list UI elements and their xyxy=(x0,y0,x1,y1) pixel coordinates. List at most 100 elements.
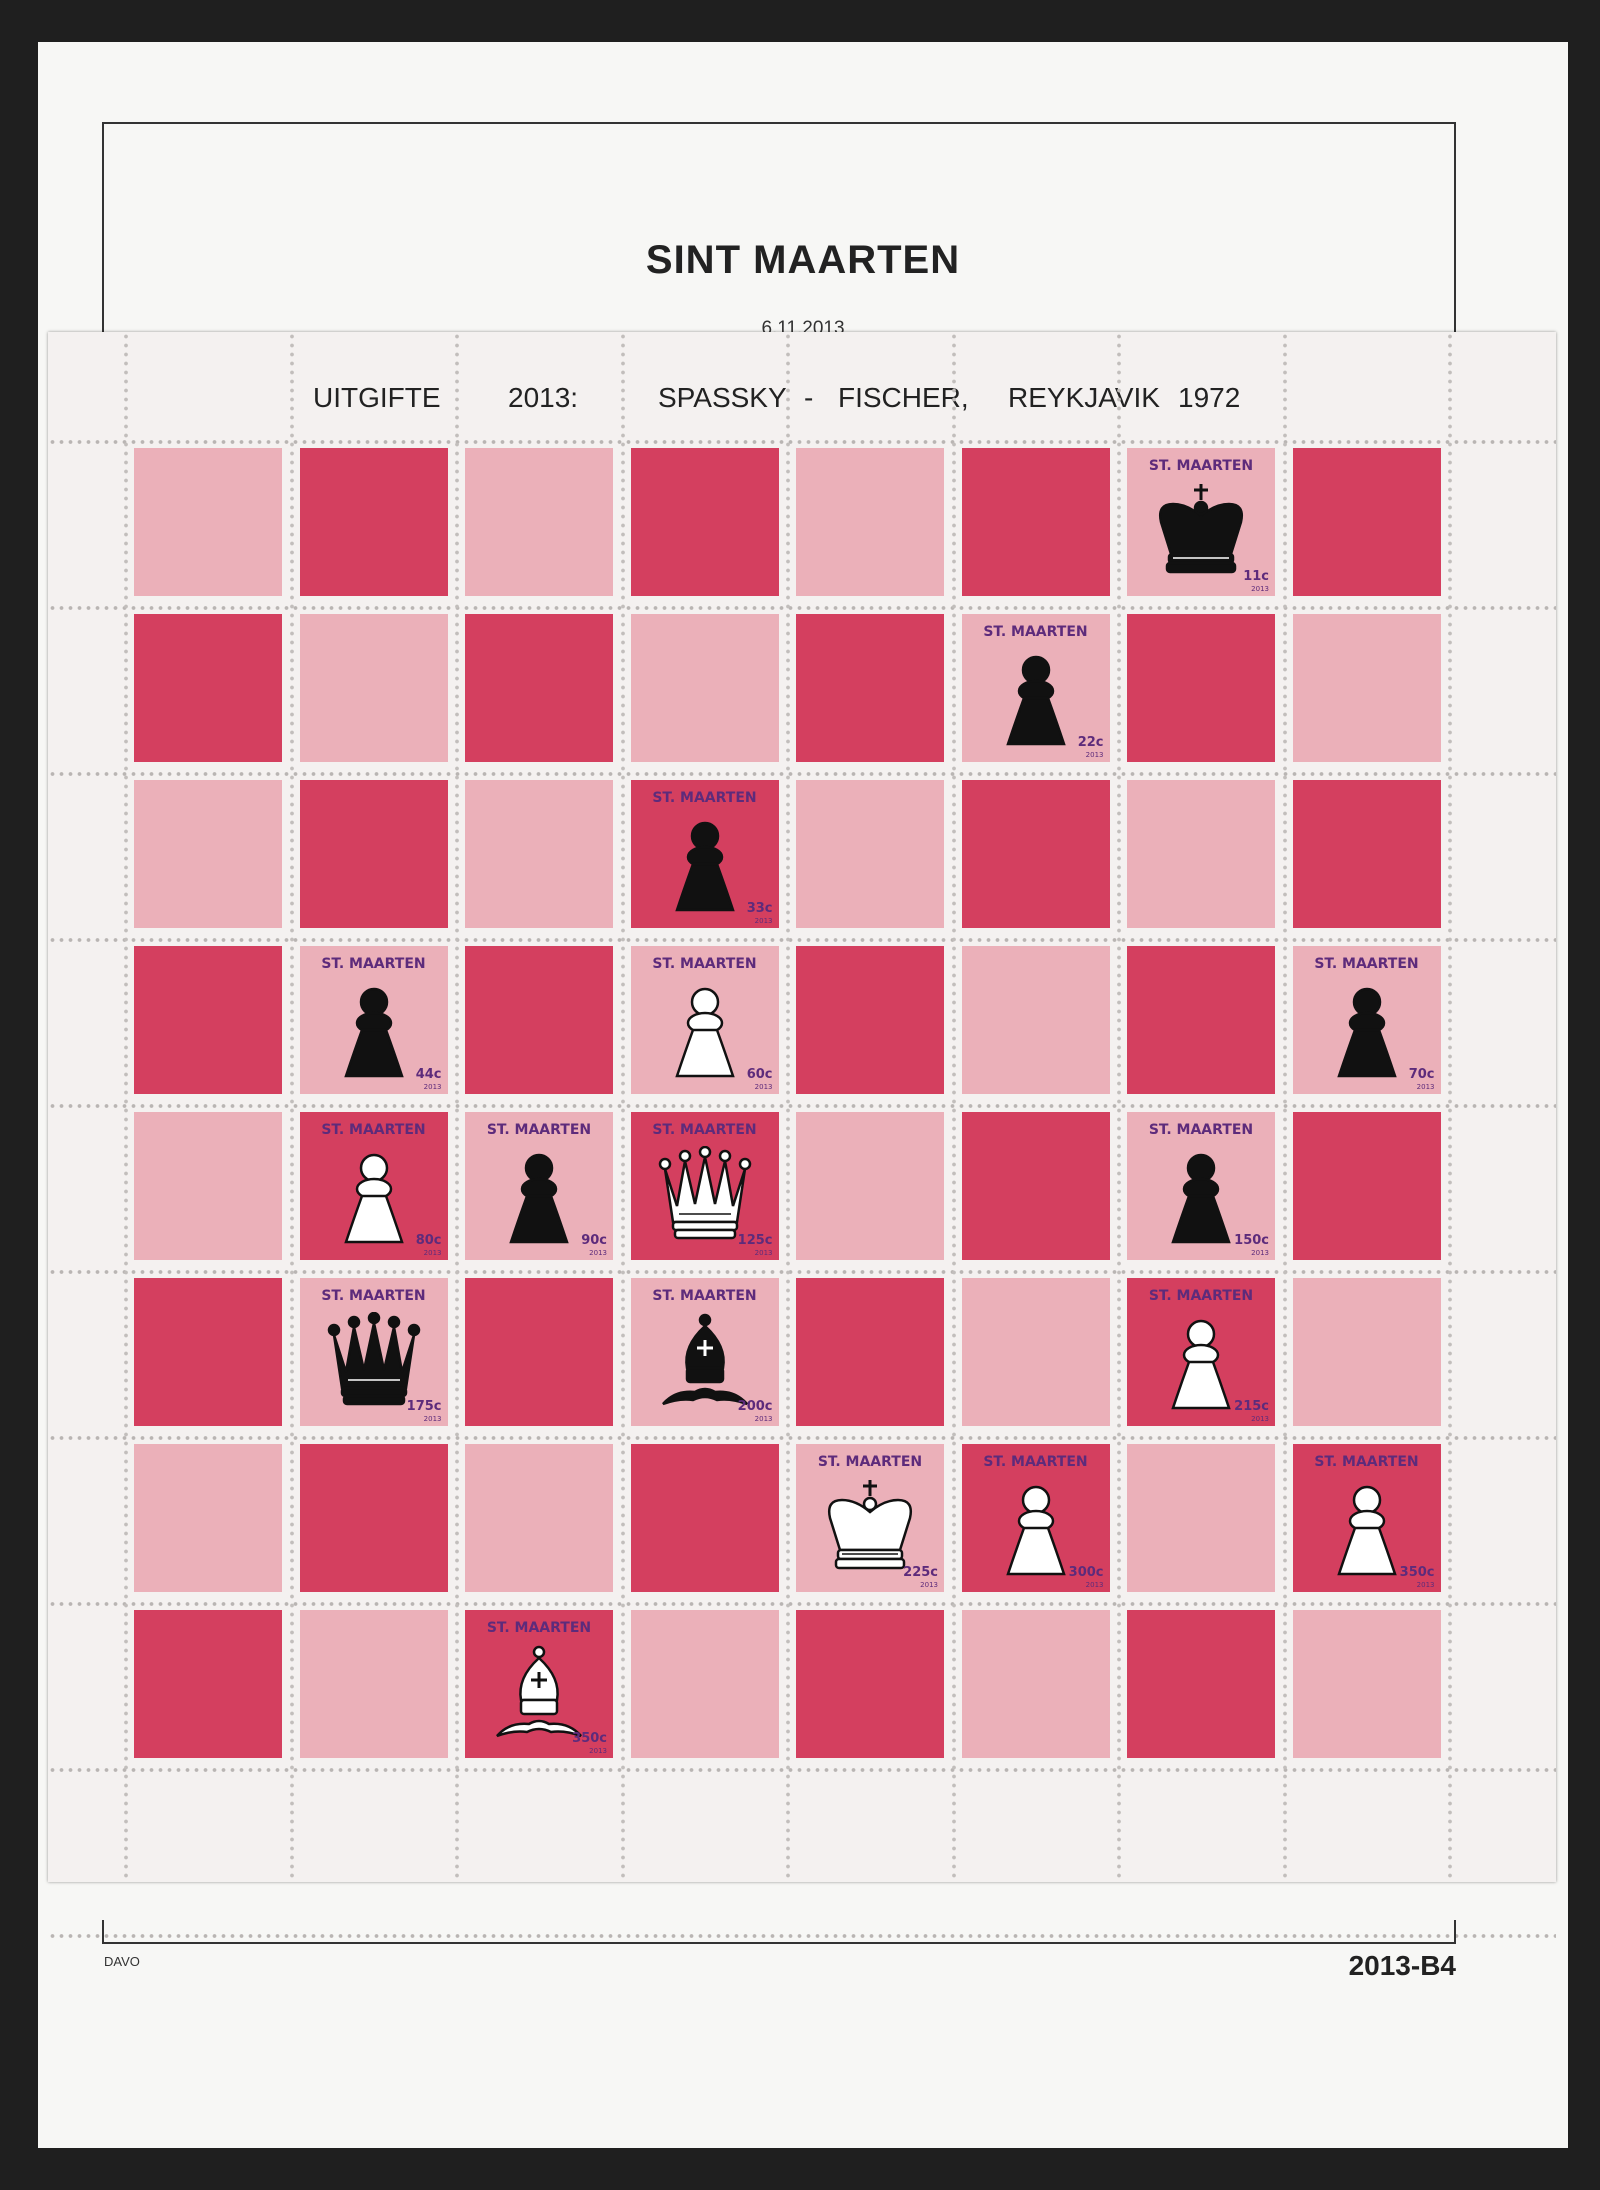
stamp-value: 350c xyxy=(572,1731,607,1746)
header-word: SPASSKY xyxy=(658,382,787,413)
stamp-year: 2013 xyxy=(754,1415,773,1423)
pawn-icon xyxy=(1317,980,1417,1080)
perforation-column xyxy=(786,332,790,1882)
light-square xyxy=(1292,1610,1441,1758)
title-frame xyxy=(102,122,1456,340)
pawn-icon xyxy=(986,1478,1086,1578)
stamp-value: 225c xyxy=(903,1565,938,1580)
header-word: FISCHER, xyxy=(838,382,969,413)
perforation-column xyxy=(124,332,128,1882)
chess-stamp: ST. MAARTEN 215c 2013 xyxy=(1127,1278,1275,1426)
stamp-value: 300c xyxy=(1068,1565,1104,1580)
queen-icon xyxy=(324,1311,424,1412)
chess-stamp: ST. MAARTEN 125c 2013 xyxy=(630,1112,779,1260)
perforation-row xyxy=(48,1602,1556,1606)
stamp-year: 2013 xyxy=(754,1083,773,1091)
light-square xyxy=(796,1112,944,1260)
stamp-value: 350c xyxy=(1399,1565,1435,1580)
chess-stamp: ST. MAARTEN 90c 2013 xyxy=(465,1112,613,1260)
chess-stamp: ST. MAARTEN 175c 2013 xyxy=(299,1278,448,1426)
dark-square xyxy=(299,448,448,596)
publisher-label: DAVO xyxy=(104,1954,140,1969)
chess-stamp: ST. MAARTEN 70c 2013 xyxy=(1292,946,1441,1094)
stamp-country-label: ST. MAARTEN xyxy=(486,1122,592,1138)
perforation-row xyxy=(48,440,1556,444)
dark-square xyxy=(796,946,944,1094)
pawn-icon xyxy=(655,980,755,1080)
stamp-year: 2013 xyxy=(1251,1415,1269,1423)
light-square xyxy=(134,1444,282,1592)
dark-square xyxy=(1292,1112,1441,1260)
album-page: SINT MAARTEN 6.11.2013 UITGIFTE 2013: SPAS… xyxy=(38,42,1568,2148)
dark-square xyxy=(630,1444,779,1592)
stamp-year: 2013 xyxy=(754,1249,773,1257)
stamp-value: 33c xyxy=(746,901,773,916)
stamp-year: 2013 xyxy=(1085,1581,1104,1589)
stamp-year: 2013 xyxy=(423,1415,442,1423)
chess-stamp: ST. MAARTEN 11c 2013 xyxy=(1127,448,1275,596)
stamp-country-label: ST. MAARTEN xyxy=(1314,1454,1419,1470)
perforation-column xyxy=(1117,332,1121,1882)
light-square xyxy=(1292,1278,1441,1426)
stamp-year: 2013 xyxy=(754,917,773,925)
pawn-icon xyxy=(986,648,1086,748)
dark-square xyxy=(465,1278,613,1426)
chess-stamp: ST. MAARTEN 22c 2013 xyxy=(961,614,1110,762)
stamp-year: 2013 xyxy=(589,1747,607,1755)
dark-square xyxy=(961,448,1110,596)
perforation-row xyxy=(48,772,1556,776)
stamp-value: 80c xyxy=(415,1233,442,1248)
stamp-country-label: ST. MAARTEN xyxy=(1148,1288,1254,1304)
stamp-year: 2013 xyxy=(1416,1581,1435,1589)
bottom-frame xyxy=(102,1920,1456,1944)
chess-stamp: ST. MAARTEN 350c 2013 xyxy=(1292,1444,1441,1592)
dark-square xyxy=(630,448,779,596)
light-square xyxy=(134,1112,282,1260)
stamp-value: 44c xyxy=(415,1067,442,1082)
stamp-country-label: ST. MAARTEN xyxy=(321,1288,426,1304)
light-square xyxy=(134,780,282,928)
stamp-value: 22c xyxy=(1077,735,1104,750)
stamp-year: 2013 xyxy=(1085,751,1104,759)
stamp-year: 2013 xyxy=(589,1249,607,1257)
dark-square xyxy=(134,1610,282,1758)
header-word: REYKJAVIK xyxy=(1008,382,1160,413)
header-word: - xyxy=(804,382,814,413)
header-word: UITGIFTE xyxy=(313,382,441,413)
dark-square xyxy=(1127,1610,1275,1758)
pawn-icon xyxy=(489,1146,589,1246)
perforation-column xyxy=(951,332,956,1882)
stamp-country-label: ST. MAARTEN xyxy=(321,956,426,972)
stamp-country-label: ST. MAARTEN xyxy=(1148,1122,1254,1138)
stamp-country-label: ST. MAARTEN xyxy=(486,1620,592,1636)
dark-square xyxy=(299,780,448,928)
pawn-icon xyxy=(1151,1146,1251,1246)
stamp-year: 2013 xyxy=(1251,585,1269,593)
stamp-country-label: ST. MAARTEN xyxy=(652,1288,757,1304)
stamp-country-label: ST. MAARTEN xyxy=(1314,956,1419,972)
stamp-year: 2013 xyxy=(423,1249,442,1257)
king-icon xyxy=(820,1478,920,1578)
stamp-year: 2013 xyxy=(1416,1083,1435,1091)
light-square xyxy=(961,946,1110,1094)
light-square xyxy=(796,780,944,928)
stamp-year: 2013 xyxy=(423,1083,442,1091)
chess-stamp-sheet: UITGIFTE 2013: SPASSKY - FISCHER, REYKJAVIK 19… xyxy=(48,332,1556,1938)
stamp-value: 125c xyxy=(737,1233,773,1248)
stamp-country-label: ST. MAARTEN xyxy=(321,1122,426,1138)
pawn-icon xyxy=(655,814,755,914)
perforation-column xyxy=(455,332,459,1882)
header-word: 1972 xyxy=(1178,382,1241,413)
pawn-icon xyxy=(1317,1478,1417,1578)
pawn-icon xyxy=(1151,1312,1251,1412)
pawn-icon xyxy=(324,980,424,1080)
bishop-icon xyxy=(489,1644,589,1744)
perforation-column xyxy=(289,332,294,1882)
queen-icon xyxy=(655,1145,755,1246)
chess-stamp: ST. MAARTEN 225c 2013 xyxy=(796,1444,944,1592)
perforation-row xyxy=(48,1436,1556,1440)
stamp-value: 200c xyxy=(737,1399,773,1414)
dark-square xyxy=(796,614,944,762)
dark-square xyxy=(299,1444,448,1592)
stamp-value: 215c xyxy=(1234,1399,1269,1414)
